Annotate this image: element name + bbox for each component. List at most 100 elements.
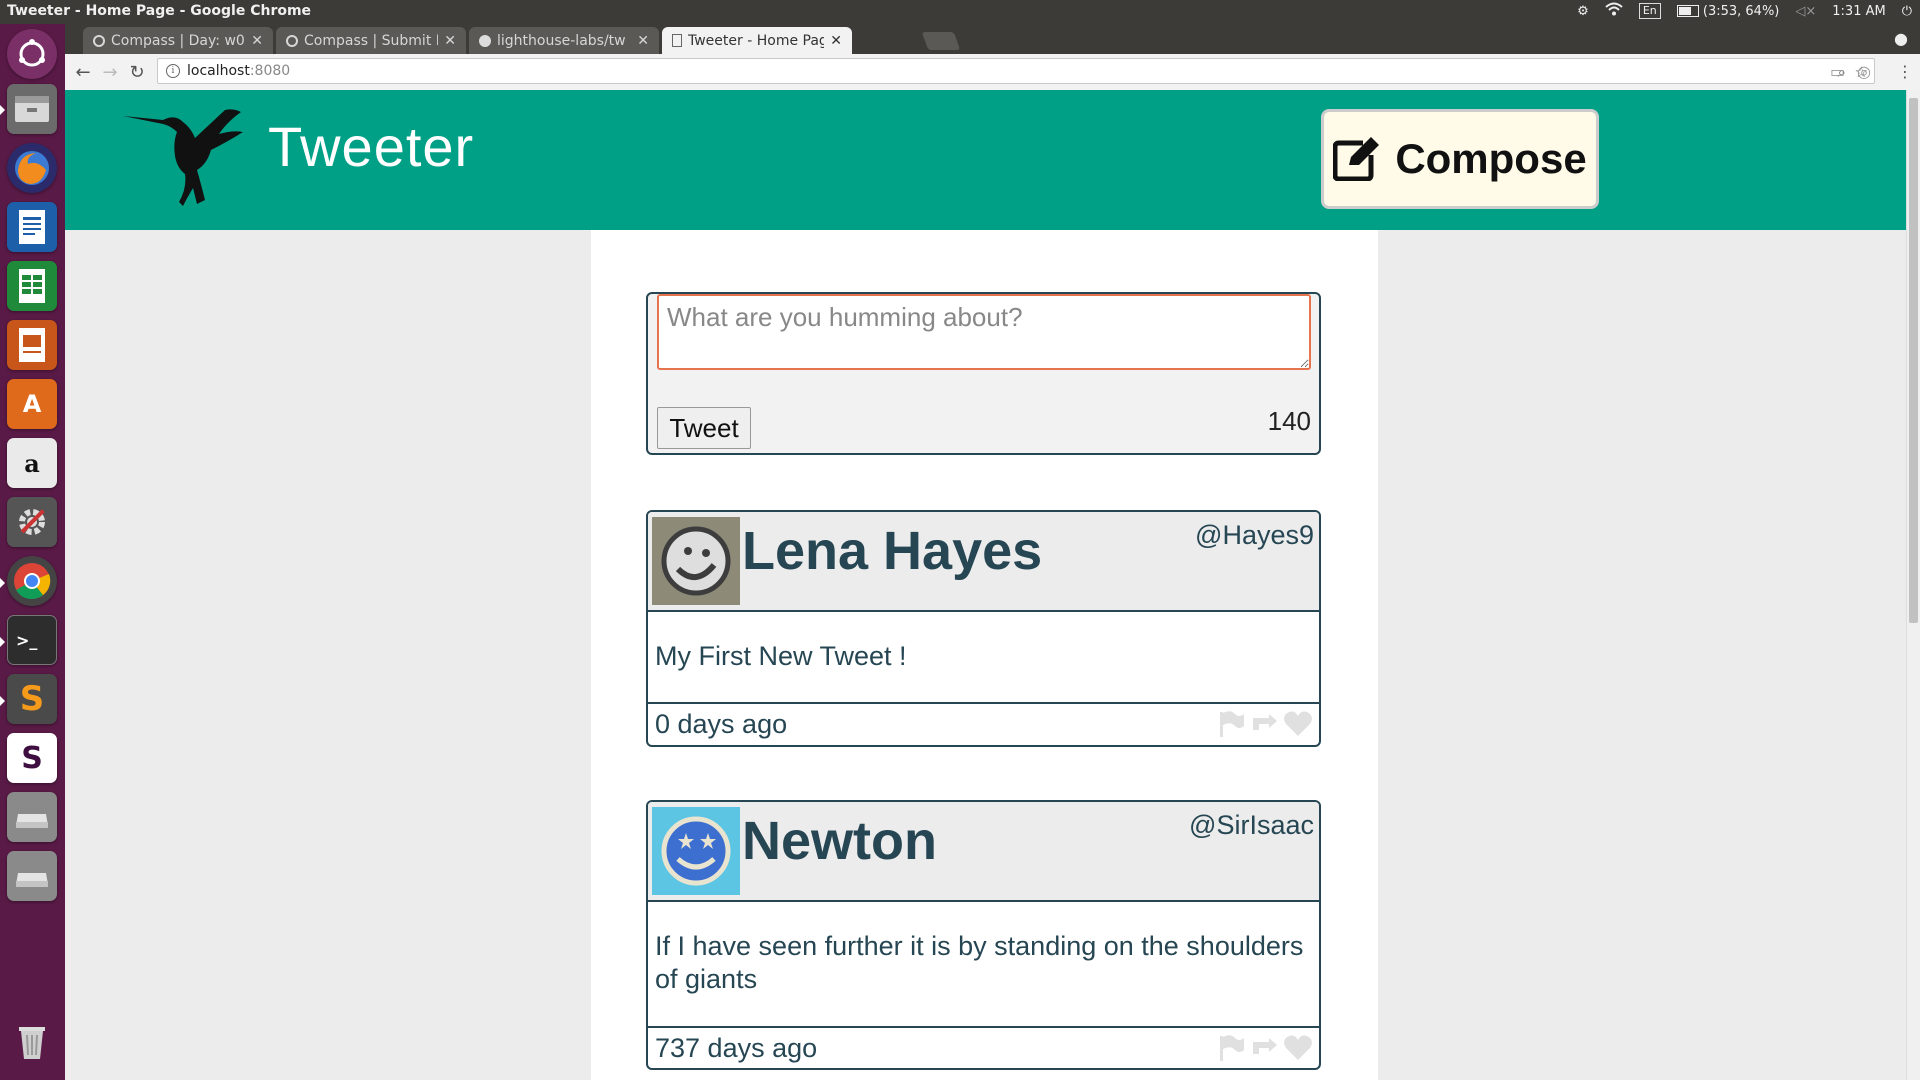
window-title: Tweeter - Home Page - Google Chrome (7, 3, 312, 19)
scrollbar-thumb[interactable] (1909, 98, 1918, 623)
chrome-menu-icon[interactable]: ⋮ (1897, 62, 1913, 81)
github-favicon-icon (479, 34, 491, 47)
new-tab-button[interactable] (921, 32, 961, 50)
main-container: Tweet 140 Lena Hayes @Hayes9 My First Ne… (591, 230, 1378, 1080)
ubuntu-dash-icon[interactable] (7, 29, 57, 79)
battery-status: (3:53, 64%) (1702, 3, 1780, 19)
power-icon[interactable]: ⏻ (1902, 4, 1912, 19)
hummingbird-logo (123, 108, 247, 212)
tweet-author-handle: @Hayes9 (1195, 520, 1314, 550)
system-settings-icon[interactable] (7, 497, 57, 547)
browser-tab[interactable]: lighthouse-labs/tw ✕ (469, 27, 659, 54)
star-eyes-avatar-icon (661, 816, 731, 886)
keyboard-layout-indicator[interactable]: En (1638, 3, 1661, 19)
tab-label: Compass | Submit P (304, 32, 439, 49)
tweet-card: Lena Hayes @Hayes9 My First New Tweet ! … (646, 510, 1321, 747)
close-tab-icon[interactable]: ✕ (444, 33, 456, 49)
tab-label: Tweeter - Home Pag (688, 32, 825, 49)
url-host: localhost (187, 63, 250, 79)
writer-icon[interactable] (7, 202, 57, 252)
firefox-icon[interactable] (7, 143, 57, 193)
tab-label: lighthouse-labs/tw (497, 32, 626, 49)
running-indicator (0, 105, 5, 115)
close-tab-icon[interactable]: ✕ (637, 33, 649, 49)
browser-tab-active[interactable]: Tweeter - Home Pag ✕ (662, 27, 852, 54)
browser-tab[interactable]: Compass | Submit P ✕ (276, 27, 466, 54)
site-title: Tweeter (268, 115, 475, 178)
compass-favicon-icon (286, 34, 298, 47)
terminal-icon[interactable]: >_ (7, 615, 57, 665)
compass-favicon-icon (93, 34, 105, 47)
tweet-author-name: Lena Hayes (742, 521, 1043, 581)
browser-toolbar: ← → ↻ i localhost:8080 ⌕ ☆ ▭ ◎ ⋮ (65, 54, 1920, 91)
unity-launcher: A a >_ S S (0, 24, 65, 1080)
battery-icon (1676, 5, 1699, 17)
close-tab-icon[interactable]: ✕ (830, 33, 842, 49)
back-arrow-icon[interactable]: ← (71, 60, 95, 84)
extension-icon[interactable]: ◎ (1857, 62, 1871, 81)
tweet-card: Newton @SirIsaac If I have seen further … (646, 800, 1321, 1070)
forward-arrow-icon[interactable]: → (98, 60, 122, 84)
smiley-avatar-icon (661, 526, 731, 596)
reload-icon[interactable]: ↻ (125, 60, 149, 84)
slack-icon[interactable]: S (7, 733, 57, 783)
wifi-icon[interactable] (1605, 2, 1623, 20)
heart-icon[interactable] (1283, 1034, 1313, 1062)
site-info-icon[interactable]: i (166, 64, 180, 78)
clock[interactable]: 1:31 AM (1832, 4, 1885, 19)
tweet-author-handle: @SirIsaac (1189, 810, 1314, 840)
files-icon[interactable] (7, 84, 57, 134)
tweet-footer: 0 days ago (648, 704, 1319, 745)
retweet-icon[interactable] (1247, 710, 1281, 738)
os-top-bar: Tweeter - Home Page - Google Chrome ⚙ En… (0, 0, 1920, 24)
extension-icon[interactable]: ▭ (1830, 62, 1845, 81)
avatar (652, 517, 740, 605)
battery-indicator[interactable]: (3:53, 64%) (1676, 3, 1780, 19)
running-indicator (0, 696, 5, 706)
compose-button[interactable]: Compose (1321, 109, 1599, 209)
profile-icon[interactable]: ● (1894, 29, 1908, 48)
page-viewport: Tweeter Compose Tweet 140 (65, 90, 1906, 1080)
system-tray: ⚙ En (3:53, 64%) ◁× 1:31 AM ⏻ (1577, 2, 1912, 20)
volume-muted-icon[interactable]: ◁× (1795, 4, 1816, 19)
close-tab-icon[interactable]: ✕ (251, 33, 263, 49)
document-favicon-icon (672, 34, 682, 47)
calc-icon[interactable] (7, 261, 57, 311)
impress-icon[interactable] (7, 320, 57, 370)
flag-icon[interactable] (1217, 710, 1245, 738)
avatar (652, 807, 740, 895)
tweet-content: My First New Tweet ! (648, 612, 1319, 704)
page-scrollbar[interactable] (1906, 90, 1920, 1080)
running-indicator (0, 637, 5, 647)
tweet-textarea[interactable] (657, 294, 1311, 370)
edit-icon (1333, 137, 1380, 181)
tweet-header: Lena Hayes @Hayes9 (648, 512, 1319, 612)
drive-icon[interactable] (7, 792, 57, 842)
flag-icon[interactable] (1217, 1034, 1245, 1062)
browser-tab[interactable]: Compass | Day: w02 ✕ (83, 27, 273, 54)
url-port: :8080 (249, 63, 291, 79)
site-header: Tweeter Compose (65, 90, 1906, 230)
tweet-actions (1217, 1034, 1313, 1062)
compose-label: Compose (1395, 135, 1587, 182)
tweet-actions (1217, 710, 1313, 738)
settings-gear-icon[interactable]: ⚙ (1577, 4, 1589, 19)
trash-icon[interactable] (7, 1016, 57, 1066)
tweet-author-name: Newton (742, 811, 937, 871)
retweet-icon[interactable] (1247, 1034, 1281, 1062)
running-indicator (0, 578, 5, 588)
sublime-text-icon[interactable]: S (7, 674, 57, 724)
tweet-footer: 737 days ago (648, 1028, 1319, 1068)
new-tweet-form: Tweet 140 (646, 292, 1321, 455)
tweet-timestamp: 737 days ago (655, 1033, 818, 1063)
address-bar[interactable]: i localhost:8080 ⌕ ☆ (157, 58, 1875, 84)
tweet-timestamp: 0 days ago (655, 709, 788, 739)
amazon-icon[interactable]: a (7, 438, 57, 488)
drive-icon[interactable] (7, 851, 57, 901)
tweet-submit-button[interactable]: Tweet (657, 407, 751, 449)
heart-icon[interactable] (1283, 710, 1313, 738)
software-center-icon[interactable]: A (7, 379, 57, 429)
chrome-icon[interactable] (7, 556, 57, 606)
browser-tab-strip: Compass | Day: w02 ✕ Compass | Submit P … (65, 24, 1920, 54)
tweet-header: Newton @SirIsaac (648, 802, 1319, 902)
